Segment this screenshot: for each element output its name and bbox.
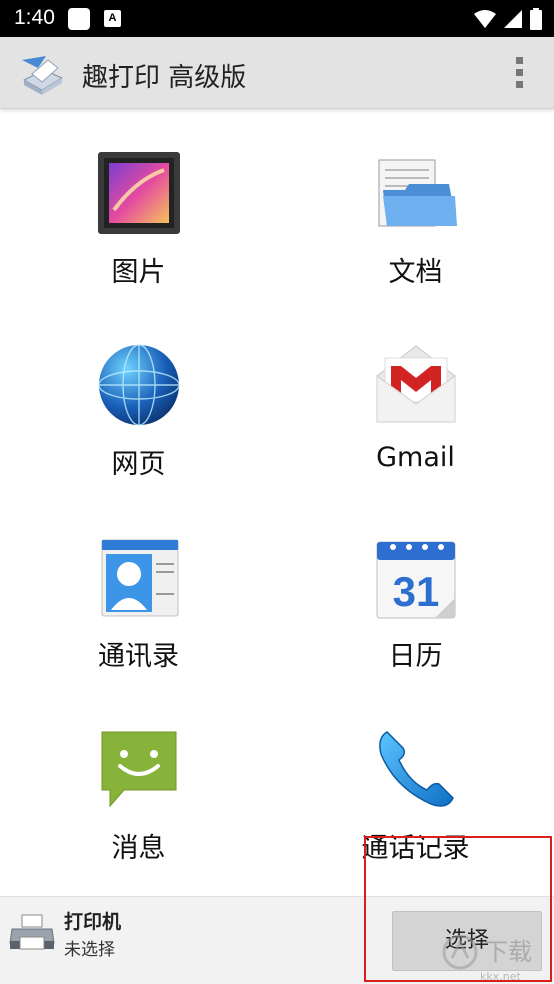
printer-status: 未选择: [64, 940, 115, 960]
contacts-icon: [101, 539, 179, 617]
grid-item-messages[interactable]: 消息: [0, 686, 277, 878]
message-icon: [101, 731, 177, 808]
grid-item-label: 通讯录: [98, 641, 179, 672]
calendar-day: 31: [393, 568, 440, 615]
photo-icon: [98, 152, 180, 234]
printer-paper-logo-icon: [22, 56, 64, 95]
grid-item-label: Gmail: [376, 442, 455, 473]
grid-item-label: 消息: [111, 833, 166, 864]
source-grid: 图片 文档 网页 Gmail 通讯录 31 日历 消息 通话记录: [0, 110, 554, 896]
app-bar: 趣打印 高级版: [0, 37, 554, 109]
signal-icon: [504, 10, 522, 28]
folder-documents-icon: [378, 159, 457, 227]
app-title: 趣打印 高级版: [82, 63, 247, 93]
battery-icon: [530, 8, 542, 30]
grid-item-label: 通话记录: [361, 833, 470, 864]
grid-item-label: 网页: [111, 449, 166, 480]
grid-item-label: 文档: [388, 257, 443, 288]
status-time: 1:40: [14, 6, 55, 29]
grid-item-documents[interactable]: 文档: [277, 110, 554, 302]
printer-title: 打印机: [64, 911, 122, 933]
watermark-text: 下载: [484, 938, 532, 966]
a-badge-icon: A: [104, 10, 121, 27]
phone-icon: [379, 731, 454, 807]
grid-item-call-log[interactable]: 通话记录: [277, 686, 554, 878]
gmail-icon: [376, 345, 456, 423]
grid-item-gmail[interactable]: Gmail: [277, 302, 554, 494]
grid-item-web[interactable]: 网页: [0, 302, 277, 494]
watermark-logo-icon: 下载 kkx.net: [442, 934, 532, 982]
overflow-menu-icon[interactable]: [514, 57, 524, 91]
grid-item-label: 图片: [111, 257, 166, 288]
printer-icon: [9, 914, 55, 950]
globe-icon: [98, 344, 180, 426]
wifi-icon: [474, 10, 496, 28]
grid-item-calendar[interactable]: 31 日历: [277, 494, 554, 686]
watermark-url: kkx.net: [480, 970, 521, 982]
grid-item-contacts[interactable]: 通讯录: [0, 494, 277, 686]
calendar-icon: 31: [376, 541, 456, 619]
notification-square-icon: [68, 8, 90, 30]
grid-item-label: 日历: [388, 641, 443, 672]
status-icons: [474, 8, 542, 30]
grid-item-photos[interactable]: 图片: [0, 110, 277, 302]
status-bar: 1:40 A: [0, 0, 554, 37]
